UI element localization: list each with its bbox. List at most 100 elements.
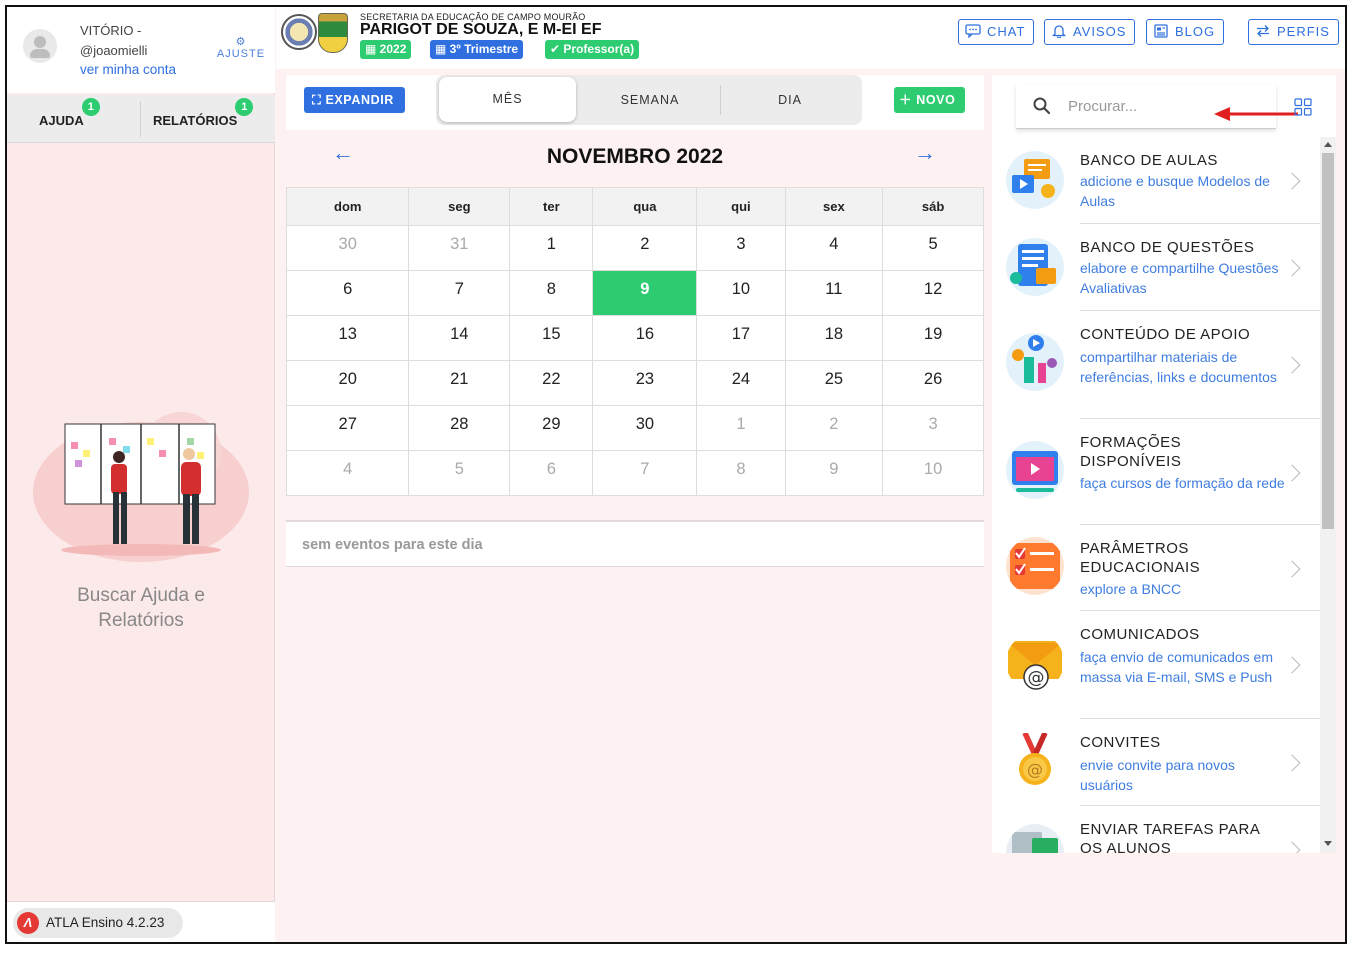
day-cell[interactable]: 4 [784,225,884,271]
day-cell[interactable]: 21 [408,360,511,406]
day-cell[interactable]: 5 [882,225,984,271]
bncc-icon [1006,537,1064,595]
version-badge[interactable]: Λ ATLA Ensino 4.2.23 [13,908,183,938]
day-cell[interactable]: 5 [408,450,511,496]
week-row: 4 5 6 7 8 9 10 [285,450,984,496]
settings-button[interactable]: ⚙ AJUSTE [214,37,268,61]
avatar[interactable] [23,29,57,63]
day-cell[interactable]: 7 [592,450,698,496]
day-cell[interactable]: 30 [592,405,698,451]
day-cell[interactable]: 27 [285,405,410,451]
tab-day[interactable]: DIA [722,75,858,125]
calendar-panel: ⛶ EXPANDIR MÊS SEMANA DIA ＋ NOVO ← NOVEM… [285,75,984,942]
day-cell[interactable]: 15 [509,315,594,361]
term-chip-label: 3º Trimestre [449,42,519,56]
modules-scrollbar[interactable] [1320,137,1336,853]
weekday-header: sex [784,187,884,226]
day-cell[interactable]: 2 [592,225,698,271]
scrollbar-thumb[interactable] [1322,153,1334,529]
help-illustration [33,412,249,562]
new-event-button[interactable]: ＋ NOVO [894,87,965,113]
term-chip[interactable]: ▦ 3º Trimestre [430,40,524,59]
day-cell[interactable]: 3 [696,225,786,271]
day-cell[interactable]: 23 [592,360,698,406]
tab-month[interactable]: MÊS [439,77,576,122]
module-item[interactable]: CONTEÚDO DE APOIO compartilhar materiais… [992,311,1320,419]
day-cell[interactable]: 9 [784,450,884,496]
day-cell[interactable]: 6 [285,270,410,316]
year-chip[interactable]: ▦ 2022 [360,40,412,59]
next-month-arrow-icon[interactable]: → [912,140,938,166]
tab-relatorios[interactable]: RELATÓRIOS1 [153,95,254,143]
day-cell[interactable]: 29 [509,405,594,451]
day-cell[interactable]: 1 [509,225,594,271]
day-cell[interactable]: 10 [882,450,984,496]
email-icon: @ [1008,641,1062,690]
search-input[interactable] [1068,92,1218,120]
day-cell[interactable]: 20 [285,360,410,406]
day-cell[interactable]: 4 [285,450,410,496]
day-cell[interactable]: 13 [285,315,410,361]
module-title: PARÂMETROS EDUCACIONAIS [1080,540,1201,576]
day-cell[interactable]: 10 [696,270,786,316]
day-cell[interactable]: 8 [509,270,594,316]
chat-button[interactable]: CHAT [958,19,1035,45]
day-cell[interactable]: 14 [408,315,511,361]
scroll-up-icon[interactable] [1324,142,1332,147]
no-events-message: sem eventos para este dia [286,520,984,567]
svg-text:@: @ [1028,668,1045,688]
avisos-button[interactable]: AVISOS [1044,19,1136,45]
module-title: BANCO DE QUESTÕES [1080,239,1255,256]
day-cell[interactable]: 17 [696,315,786,361]
day-cell[interactable]: 11 [784,270,884,316]
day-cell[interactable]: 3 [882,405,984,451]
day-cell[interactable]: 12 [882,270,984,316]
training-icon [1006,441,1064,499]
day-cell[interactable]: 7 [408,270,511,316]
my-account-link[interactable]: ver minha conta [80,62,176,77]
module-title: FORMAÇÕES DISPONÍVEIS [1080,434,1182,470]
chevron-right-icon [1283,464,1301,482]
day-cell[interactable]: 30 [285,225,410,271]
day-cell[interactable]: 1 [696,405,786,451]
day-cell[interactable]: 26 [882,360,984,406]
selected-day-cell[interactable]: 9 [592,270,698,316]
module-item[interactable]: @ CONVITES envie convite para novos usuá… [992,719,1320,806]
day-cell[interactable]: 2 [784,405,884,451]
grid-view-icon[interactable] [1294,98,1312,116]
day-cell[interactable]: 16 [592,315,698,361]
day-cell[interactable]: 25 [784,360,884,406]
perfis-button[interactable]: PERFIS [1248,19,1339,45]
medal-icon: @ [1019,733,1051,785]
role-chip[interactable]: ✔ Professor(a) [545,40,640,59]
tasks-icon [1006,824,1064,853]
module-item[interactable]: BANCO DE AULAS adicione e busque Modelos… [992,137,1320,224]
module-item[interactable]: BANCO DE QUESTÕES elabore e compartilhe … [992,224,1320,311]
weekday-header: qui [696,187,786,226]
day-cell[interactable]: 31 [408,225,511,271]
tab-ajuda[interactable]: AJUDA1 [39,95,100,143]
day-cell[interactable]: 28 [408,405,511,451]
svg-text:@: @ [1027,760,1043,779]
user-handle: @joaomielli [80,43,148,58]
tab-divider [140,101,141,137]
day-cell[interactable]: 19 [882,315,984,361]
week-row: 6 7 8 9 10 11 12 [285,270,984,316]
blog-button[interactable]: BLOG [1146,19,1225,45]
module-description: faça envio de comunicados em massa via E… [1080,649,1273,685]
day-cell[interactable]: 24 [696,360,786,406]
annotation-arrow-icon [1214,107,1298,121]
swap-icon [1257,25,1269,37]
scroll-down-icon[interactable] [1324,841,1332,846]
day-cell[interactable]: 22 [509,360,594,406]
module-item[interactable]: @ COMUNICADOS faça envio de comunicados … [992,611,1320,719]
day-cell[interactable]: 6 [509,450,594,496]
day-cell[interactable]: 8 [696,450,786,496]
module-item[interactable]: FORMAÇÕES DISPONÍVEIS faça cursos de for… [992,419,1320,525]
expand-button[interactable]: ⛶ EXPANDIR [304,87,405,113]
day-cell[interactable]: 18 [784,315,884,361]
school-name[interactable]: PARIGOT DE SOUZA, E M-EI EF [360,21,602,39]
module-item[interactable]: ENVIAR TAREFAS PARA OS ALUNOS [992,806,1320,853]
module-item[interactable]: PARÂMETROS EDUCACIONAIS explore a BNCC [992,525,1320,611]
tab-week[interactable]: SEMANA [582,75,718,125]
